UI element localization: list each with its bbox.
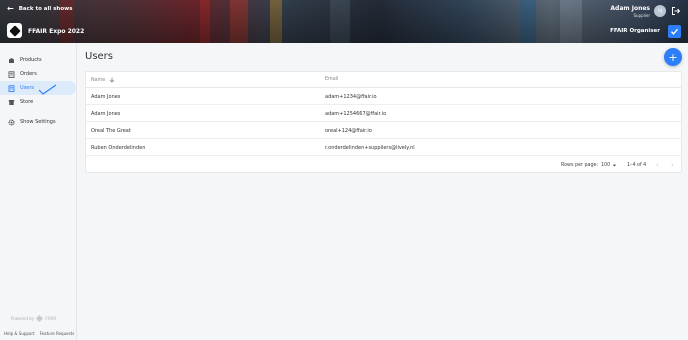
sidebar-item-label: Users — [20, 85, 35, 91]
column-label: Name — [91, 77, 106, 83]
user-email-cell: r.onderdelinden+suppliers@lively.nl — [325, 145, 415, 151]
back-label: Back to all shows — [18, 6, 73, 12]
user-name-cell: Adam Jones — [91, 94, 121, 100]
products-icon — [8, 57, 15, 64]
chevron-left-icon[interactable]: ‹ — [656, 161, 659, 169]
back-to-shows-link[interactable]: ← Back to all shows — [7, 5, 72, 13]
ffair-logo-icon — [36, 314, 44, 323]
powered-brand: FFAIR — [45, 316, 57, 321]
users-table: Name Email Adam Jones adam+1234@ffair.io… — [85, 71, 682, 173]
sidebar-item-label: Products — [20, 57, 42, 63]
table-header: Name Email — [86, 72, 681, 88]
user-name-cell: Ruben Onderdelinden — [91, 145, 146, 151]
email-column-header[interactable]: Email — [325, 77, 338, 82]
chevron-right-icon[interactable]: › — [671, 161, 674, 169]
powered-by-label: Powered by — [11, 316, 35, 321]
banner-overlay — [0, 0, 688, 43]
user-email-cell: adam+1234@ffair.io — [325, 94, 377, 100]
pagination: Rows per page: 100 1–4 of 4 ‹ › — [86, 158, 681, 172]
orders-icon — [8, 70, 15, 78]
event-logo — [7, 23, 22, 38]
arrow-left-icon: ← — [7, 4, 14, 13]
table-row[interactable]: Oreal The Great oreal+124@ffair.io — [86, 122, 681, 139]
sort-arrow-down-icon[interactable] — [109, 77, 115, 83]
table-row[interactable]: Ruben Onderdelinden r.onderdelinden+supp… — [86, 139, 681, 156]
table-row[interactable]: Adam Jones adam+1234@ffair.io — [86, 88, 681, 105]
name-column-header[interactable]: Name — [91, 77, 115, 83]
gear-icon — [8, 119, 15, 126]
role-badge — [668, 25, 681, 38]
sidebar-item-label: Store — [20, 99, 34, 105]
store-icon — [8, 99, 15, 106]
table-row[interactable]: Adam Jones adam+1254667@ffair.io — [86, 105, 681, 122]
user-name: Adam Jones — [610, 5, 650, 12]
sidebar-item-store[interactable]: Store — [0, 95, 77, 109]
user-name-cell: Adam Jones — [91, 111, 121, 117]
add-user-button[interactable]: + — [664, 48, 682, 66]
users-icon — [8, 84, 15, 92]
rows-per-page-value: 100 — [601, 163, 611, 168]
powered-by: Powered by FFAIR — [11, 314, 57, 323]
check-icon — [671, 28, 679, 35]
rows-per-page-select[interactable]: 100 — [601, 163, 617, 168]
sidebar-item-orders[interactable]: Orders — [0, 67, 77, 81]
role-label: FFAIR Organiser — [610, 28, 660, 34]
footer-links: Help & Support Feature Requests — [4, 331, 74, 336]
sidebar-item-products[interactable]: Products — [0, 53, 77, 67]
user-email-cell: oreal+124@ffair.io — [325, 128, 372, 134]
sidebar-item-show-settings[interactable]: Show Settings — [0, 115, 77, 129]
sidebar-item-label: Show Settings — [20, 119, 56, 125]
avatar[interactable]: AJ — [654, 5, 666, 17]
help-support-link[interactable]: Help & Support — [4, 331, 35, 336]
feature-requests-link[interactable]: Feature Requests — [40, 331, 75, 336]
pagination-range: 1–4 of 4 — [627, 163, 647, 168]
header-banner — [0, 0, 688, 43]
page-title: Users — [85, 51, 114, 62]
event-title: FFAIR Expo 2022 — [28, 28, 85, 35]
user-info: Adam Jones Supplier — [610, 5, 650, 18]
logout-icon[interactable] — [671, 6, 681, 16]
ffair-logo-icon — [8, 24, 21, 37]
user-email-cell: adam+1254667@ffair.io — [325, 111, 387, 117]
user-name-cell: Oreal The Great — [91, 128, 131, 134]
rows-per-page-label: Rows per page: — [561, 163, 599, 168]
caret-down-icon — [612, 164, 617, 167]
user-role: Supplier — [633, 13, 650, 18]
sidebar-item-label: Orders — [20, 71, 37, 77]
